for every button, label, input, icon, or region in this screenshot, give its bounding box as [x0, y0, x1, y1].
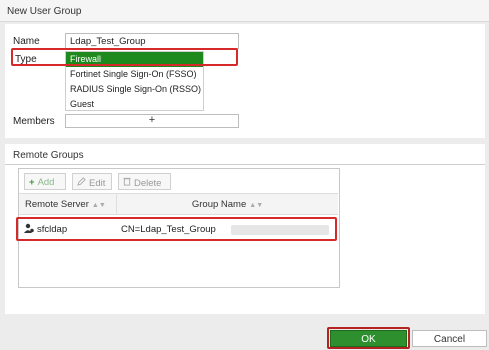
section-divider [5, 164, 485, 165]
edit-label: Edit [89, 178, 106, 189]
column-header-group-name[interactable]: Group Name ▲▼ [116, 193, 338, 215]
column-header-remote-server[interactable]: Remote Server ▲▼ [19, 193, 116, 215]
plus-icon: + [29, 177, 35, 188]
dialog-title: New User Group [7, 6, 82, 17]
type-option-fsso[interactable]: Fortinet Single Sign-On (FSSO) [66, 67, 203, 82]
trash-icon [123, 177, 131, 189]
plus-icon: + [148, 114, 156, 126]
type-option-rsso[interactable]: RADIUS Single Sign-On (RSSO) [66, 82, 203, 97]
type-highlight-box [11, 48, 238, 66]
add-button[interactable]: + Add [24, 173, 66, 190]
add-label: Add [37, 177, 55, 188]
ok-button[interactable]: OK [330, 330, 407, 347]
pencil-icon [77, 177, 86, 189]
delete-label: Delete [134, 178, 162, 189]
remote-server-header-label: Remote Server [25, 199, 89, 210]
row-highlight-box [16, 217, 337, 241]
name-input[interactable]: Ldap_Test_Group [65, 33, 239, 49]
sort-icon: ▲▼ [249, 202, 264, 209]
name-label: Name [13, 36, 40, 47]
edit-button[interactable]: Edit [72, 173, 112, 190]
members-label: Members [13, 116, 55, 127]
remote-groups-title: Remote Groups [13, 150, 84, 161]
cancel-button[interactable]: Cancel [412, 330, 487, 347]
delete-button[interactable]: Delete [118, 173, 171, 190]
group-name-header-label: Group Name [191, 199, 247, 210]
sort-icon: ▲▼ [91, 202, 106, 209]
members-add-button[interactable]: + [65, 114, 239, 128]
type-option-guest[interactable]: Guest [66, 97, 203, 112]
dialog-title-bar: New User Group [0, 0, 489, 22]
